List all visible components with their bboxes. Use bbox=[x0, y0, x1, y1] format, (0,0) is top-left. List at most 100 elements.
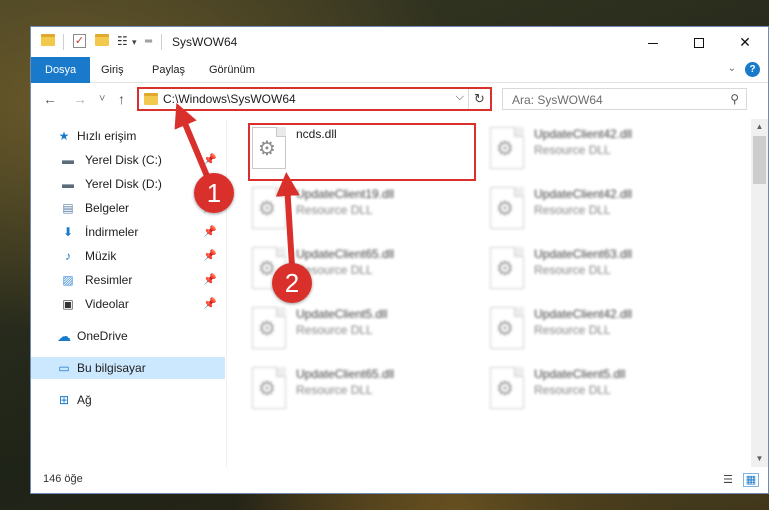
view-options-icon[interactable]: ☷ bbox=[117, 34, 131, 48]
up-button[interactable]: ↑ bbox=[118, 91, 125, 107]
drive-c-icon: ▬ bbox=[62, 153, 74, 167]
navigation-pane: ★ Hızlı erişim ▬ Yerel Disk (C:) 📌 ▬ Yer… bbox=[31, 119, 227, 467]
file-item[interactable]: ⚙ UpdateClient5.dll Resource DLL bbox=[466, 359, 696, 411]
file-item[interactable]: ⚙ UpdateClient42.dll Resource DLL bbox=[466, 299, 696, 351]
expand-ribbon-icon[interactable]: ⌄ bbox=[728, 63, 736, 74]
sidebar-item-pictures[interactable]: ▨ Resimler 📌 bbox=[31, 269, 225, 291]
address-dropdown-icon[interactable]: ⌵ bbox=[456, 91, 464, 104]
file-item[interactable]: ⚙ UpdateClient42.dll Resource DLL bbox=[466, 179, 696, 231]
file-type: Resource DLL bbox=[296, 383, 373, 397]
refresh-button[interactable]: ↻ bbox=[468, 89, 490, 109]
pin-icon[interactable]: 📌 bbox=[203, 153, 217, 166]
file-name: ncds.dll bbox=[296, 127, 337, 141]
close-button[interactable]: ✕ bbox=[722, 27, 768, 57]
gear-icon: ⚙ bbox=[496, 198, 514, 220]
tiles-view-icon[interactable]: ▦ bbox=[743, 473, 759, 487]
sidebar-item-quick-access[interactable]: ★ Hızlı erişim bbox=[31, 125, 225, 147]
sidebar-item-network[interactable]: ⊞ Ağ bbox=[31, 389, 225, 411]
file-type: Resource DLL bbox=[534, 263, 611, 277]
folder-icon bbox=[144, 93, 158, 105]
file-item[interactable]: ⚙ UpdateClient63.dll Resource DLL bbox=[466, 239, 696, 291]
file-name: UpdateClient63.dll bbox=[534, 247, 633, 261]
file-name: UpdateClient5.dll bbox=[296, 307, 388, 321]
sidebar-item-label: OneDrive bbox=[77, 329, 128, 343]
gear-icon: ⚙ bbox=[258, 198, 276, 220]
file-item-ncds[interactable]: ⚙ ncds.dll bbox=[228, 119, 458, 171]
scroll-down-icon[interactable]: ▼ bbox=[751, 451, 768, 467]
status-bar: 146 öğe ☰ ▦ bbox=[31, 467, 768, 493]
file-type: Resource DLL bbox=[534, 383, 611, 397]
navigation-bar: ← → ˅ ↑ C:\Windows\SysWOW64 ⌵ ↻ Ara: Sys… bbox=[31, 83, 768, 115]
scroll-up-icon[interactable]: ▲ bbox=[751, 119, 768, 135]
onedrive-icon: ☁ bbox=[57, 328, 71, 344]
file-name: UpdateClient5.dll bbox=[534, 367, 626, 381]
gear-icon: ⚙ bbox=[496, 138, 514, 160]
forward-button[interactable]: → bbox=[73, 91, 87, 107]
details-view-icon[interactable]: ☰ bbox=[720, 473, 736, 487]
pin-icon[interactable]: 📌 bbox=[203, 273, 217, 286]
help-icon[interactable]: ? bbox=[745, 62, 760, 77]
sidebar-item-this-pc[interactable]: ▭ Bu bilgisayar bbox=[31, 357, 225, 379]
minimize-button[interactable] bbox=[630, 27, 676, 57]
pictures-icon: ▨ bbox=[62, 273, 74, 287]
step-callout-1: 1 bbox=[194, 173, 234, 213]
file-item[interactable]: ⚙ UpdateClient65.dll Resource DLL bbox=[228, 359, 458, 411]
search-box[interactable]: Ara: SysWOW64 ⚲ bbox=[502, 88, 747, 110]
maximize-button[interactable] bbox=[676, 27, 722, 57]
videos-icon: ▣ bbox=[62, 297, 74, 311]
pin-icon[interactable]: 📌 bbox=[203, 249, 217, 262]
search-icon[interactable]: ⚲ bbox=[730, 92, 739, 106]
file-item[interactable]: ⚙ UpdateClient5.dll Resource DLL bbox=[228, 299, 458, 351]
window-title: SysWOW64 bbox=[172, 35, 238, 49]
file-item[interactable]: ⚙ UpdateClient65.dll Resource DLL bbox=[228, 239, 458, 291]
file-explorer-window: ✓ ☷ ▾ ═ SysWOW64 ✕ Dosya Giriş Paylaş Gö… bbox=[30, 26, 769, 494]
gear-icon: ⚙ bbox=[496, 318, 514, 340]
dll-file-icon: ⚙ bbox=[490, 247, 524, 289]
tab-gorunum[interactable]: Görünüm bbox=[201, 57, 263, 83]
new-folder-icon[interactable] bbox=[95, 34, 109, 46]
documents-icon: ▤ bbox=[62, 201, 74, 215]
sidebar-item-videos[interactable]: ▣ Videolar 📌 bbox=[31, 293, 225, 315]
step-callout-2: 2 bbox=[272, 263, 312, 303]
file-item[interactable]: ⚙ UpdateClient42.dll Resource DLL bbox=[466, 119, 696, 171]
gear-icon: ⚙ bbox=[258, 318, 276, 340]
gear-icon: ⚙ bbox=[496, 258, 514, 280]
file-item[interactable]: ⚙ UpdateClient19.dll Resource DLL bbox=[228, 179, 458, 231]
customize-toolbar-icon[interactable]: ═ bbox=[145, 34, 152, 50]
sidebar-item-music[interactable]: ♪ Müzik 📌 bbox=[31, 245, 225, 267]
downloads-icon: ⬇ bbox=[62, 225, 74, 239]
tab-dosya[interactable]: Dosya bbox=[31, 57, 91, 83]
file-type: Resource DLL bbox=[534, 203, 611, 217]
back-button[interactable]: ← bbox=[43, 91, 57, 107]
sidebar-item-label: Belgeler bbox=[85, 201, 130, 215]
computer-icon: ▭ bbox=[58, 361, 70, 375]
network-icon: ⊞ bbox=[58, 393, 70, 407]
dll-file-icon: ⚙ bbox=[490, 367, 524, 409]
pin-icon[interactable]: 📌 bbox=[203, 297, 217, 310]
file-name: UpdateClient42.dll bbox=[534, 127, 633, 141]
sidebar-item-local-disk-c[interactable]: ▬ Yerel Disk (C:) 📌 bbox=[31, 149, 225, 171]
properties-check-icon[interactable]: ✓ bbox=[73, 34, 86, 48]
recent-locations-button[interactable]: ˅ bbox=[99, 91, 105, 107]
file-type: Resource DLL bbox=[296, 203, 373, 217]
sidebar-item-label: Yerel Disk (C:) bbox=[85, 153, 162, 167]
tab-paylas[interactable]: Paylaş bbox=[144, 57, 193, 83]
gear-icon: ⚙ bbox=[258, 378, 276, 400]
dll-file-icon: ⚙ bbox=[490, 127, 524, 169]
chevron-down-icon[interactable]: ▾ bbox=[132, 34, 137, 50]
file-type: Resource DLL bbox=[296, 323, 373, 337]
sidebar-item-label: İndirmeler bbox=[85, 225, 139, 239]
pin-icon[interactable]: 📌 bbox=[203, 225, 217, 238]
address-bar[interactable]: C:\Windows\SysWOW64 ⌵ ↻ bbox=[137, 87, 492, 111]
file-name: UpdateClient65.dll bbox=[296, 247, 395, 261]
address-path[interactable]: C:\Windows\SysWOW64 bbox=[163, 92, 296, 106]
sidebar-item-onedrive[interactable]: ☁ OneDrive bbox=[31, 325, 225, 347]
dll-file-icon: ⚙ bbox=[252, 187, 286, 229]
scroll-thumb[interactable] bbox=[753, 136, 766, 184]
tab-giris[interactable]: Giriş bbox=[93, 57, 132, 83]
search-input[interactable]: Ara: SysWOW64 bbox=[512, 93, 603, 107]
gear-icon: ⚙ bbox=[496, 378, 514, 400]
vertical-scrollbar[interactable]: ▲ ▼ bbox=[751, 119, 768, 467]
sidebar-item-downloads[interactable]: ⬇ İndirmeler 📌 bbox=[31, 221, 225, 243]
sidebar-item-label: Ağ bbox=[77, 393, 92, 407]
